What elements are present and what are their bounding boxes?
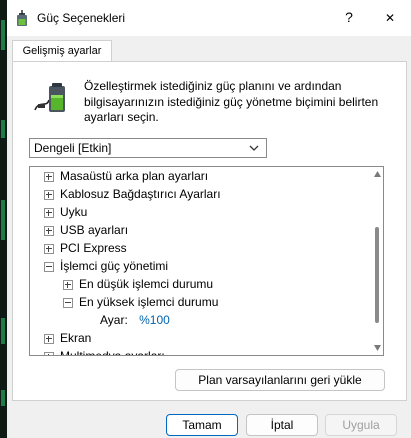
cancel-button[interactable]: İptal: [246, 414, 318, 436]
power-options-dialog: Güç Seçenekleri ? ✕ Gelişmiş ayarlar Öze…: [7, 0, 411, 438]
setting-label: Ayar:: [100, 313, 128, 327]
power-options-icon: [17, 10, 27, 26]
desktop-background: [0, 0, 7, 438]
scroll-up-icon[interactable]: [374, 171, 381, 177]
expand-icon[interactable]: [44, 334, 54, 344]
description-text: Özelleştirmek istediğiniz güç planını ve…: [84, 79, 379, 124]
apply-button[interactable]: Uygula: [325, 414, 397, 436]
tab-advanced-settings[interactable]: Gelişmiş ayarlar: [12, 40, 112, 63]
settings-tree[interactable]: Masaüstü arka plan ayarları Kablosuz Bağ…: [29, 166, 384, 356]
collapse-icon[interactable]: [44, 262, 54, 272]
title-bar: Güç Seçenekleri ? ✕: [7, 0, 411, 36]
power-plan-value: Dengeli [Etkin]: [34, 141, 112, 155]
expand-icon[interactable]: [44, 190, 54, 200]
expand-icon[interactable]: [44, 208, 54, 218]
expand-icon[interactable]: [44, 244, 54, 254]
scroll-thumb[interactable]: [375, 227, 379, 323]
battery-plug-icon: [34, 83, 65, 112]
tree-scrollbar[interactable]: [372, 167, 383, 355]
close-button[interactable]: ✕: [378, 6, 402, 30]
setting-value[interactable]: %100: [139, 313, 170, 327]
ok-button[interactable]: Tamam: [166, 414, 238, 436]
chevron-down-icon: [249, 145, 259, 151]
collapse-icon[interactable]: [63, 298, 73, 308]
help-button[interactable]: ?: [338, 6, 360, 28]
expand-icon[interactable]: [44, 172, 54, 182]
power-plan-select[interactable]: Dengeli [Etkin]: [29, 138, 267, 158]
expand-icon[interactable]: [63, 280, 73, 290]
restore-defaults-button[interactable]: Plan varsayılanlarını geri yükle: [175, 369, 385, 391]
expand-icon[interactable]: [44, 226, 54, 236]
window-title: Güç Seçenekleri: [37, 11, 126, 25]
expand-icon[interactable]: [44, 352, 54, 355]
scroll-down-icon[interactable]: [374, 345, 381, 351]
tree-item-setting[interactable]: Ayar: %100: [100, 311, 170, 329]
